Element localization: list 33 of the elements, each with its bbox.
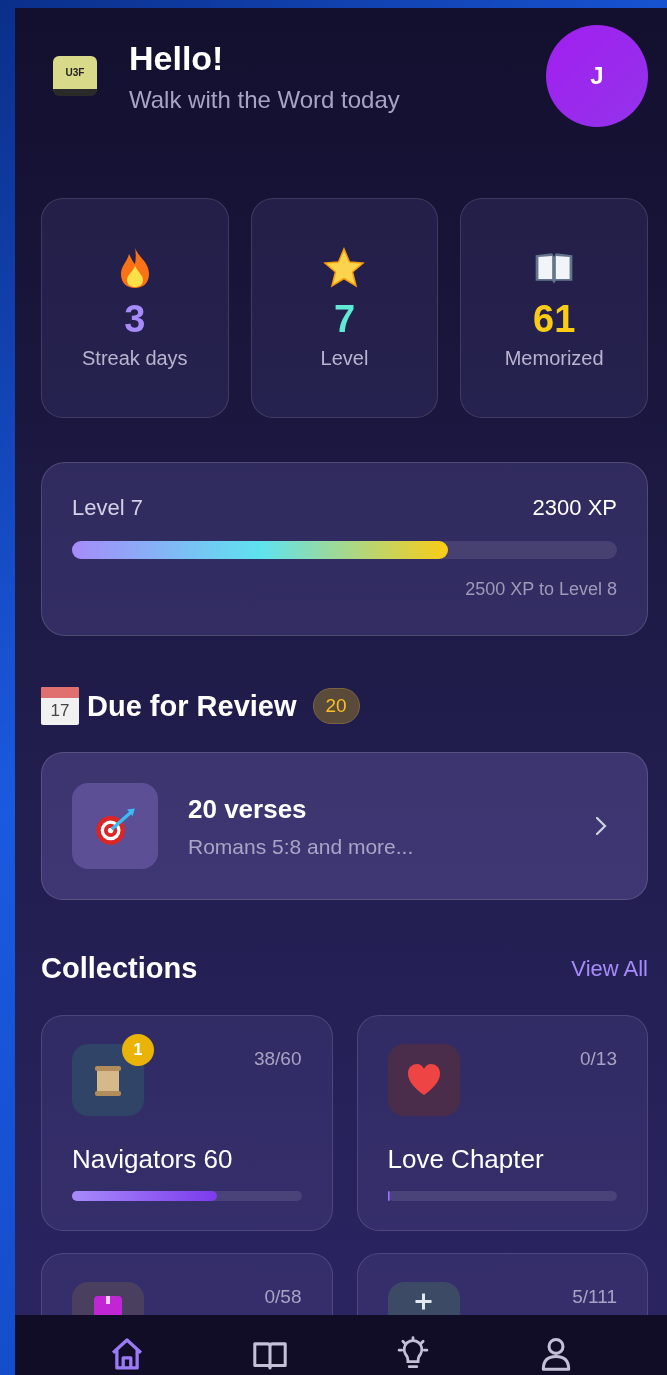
collection-name: Love Chapter <box>387 1144 545 1175</box>
view-all-link[interactable]: View All <box>571 955 648 982</box>
collection-count: 0/58 <box>264 1286 302 1308</box>
greeting-title: Hello! <box>129 38 225 78</box>
greeting-subtitle: Walk with the Word today <box>129 85 401 114</box>
review-title: 20 verses <box>188 793 308 825</box>
chevron-right-icon <box>595 816 607 836</box>
stat-label: Level <box>320 347 369 370</box>
collection-count: 0/13 <box>580 1048 617 1070</box>
xp-amount: 2300 XP <box>532 495 617 521</box>
stat-value: 3 <box>124 298 146 341</box>
review-card[interactable]: 20 verses Romans 5:8 and more... <box>41 752 648 900</box>
collection-card[interactable]: 1 38/60 Navigators 60 <box>41 1015 333 1231</box>
stat-label: Memorized <box>504 347 604 370</box>
avatar-button[interactable]: J <box>546 25 648 127</box>
collection-name: Navigators 60 <box>72 1144 234 1175</box>
stat-value: 7 <box>333 298 356 341</box>
app-logo: U3F <box>53 56 97 96</box>
stat-label: Streak days <box>82 347 188 370</box>
level-label: Level 7 <box>72 495 143 521</box>
review-count: 20 <box>312 688 360 724</box>
collection-count: 5/111 <box>572 1286 617 1308</box>
plus-icon <box>414 1292 433 1311</box>
collection-count: 38/60 <box>253 1048 302 1070</box>
notification-badge: 1 <box>122 1034 154 1066</box>
calendar-icon: 17 <box>41 687 79 725</box>
stat-value: 61 <box>533 298 576 341</box>
collection-card[interactable]: 0/13 Love Chapter <box>356 1015 648 1231</box>
review-subtitle: Romans 5:8 and more... <box>188 834 415 859</box>
section-title: Due for Review <box>87 689 297 723</box>
star-icon <box>322 246 367 290</box>
section-title: Collections <box>41 952 198 985</box>
xp-remaining: 2500 XP to Level 8 <box>464 579 617 600</box>
